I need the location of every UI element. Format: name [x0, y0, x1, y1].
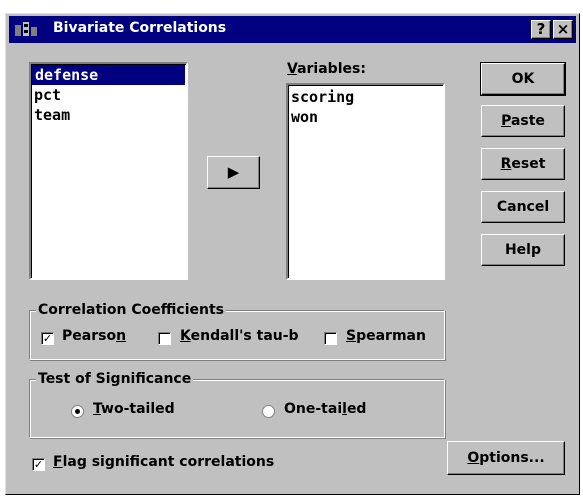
- title-bar[interactable]: Bivariate Correlations ? ×: [9, 16, 576, 43]
- one-tailed-radio[interactable]: [262, 405, 275, 418]
- spearman-label[interactable]: Spearman: [346, 328, 426, 344]
- paste-button[interactable]: Paste: [481, 105, 565, 137]
- one-tailed-label[interactable]: One-tailed: [284, 401, 366, 417]
- options-button[interactable]: Options...: [447, 441, 565, 475]
- flag-significant-checkbox[interactable]: ✓: [32, 458, 45, 471]
- two-tailed-radio[interactable]: [71, 405, 84, 418]
- correlation-coefficients-group: Correlation Coefficients ✓ Pearson Kenda…: [29, 301, 445, 360]
- pearson-checkbox[interactable]: ✓: [41, 332, 54, 345]
- spearman-checkbox[interactable]: [324, 332, 337, 345]
- app-icon: [15, 22, 37, 36]
- variables-list[interactable]: scoring won: [286, 83, 445, 280]
- cancel-button[interactable]: Cancel: [481, 191, 565, 223]
- close-icon: ×: [556, 20, 570, 38]
- pearson-label[interactable]: Pearson: [62, 328, 126, 344]
- question-icon: ?: [536, 20, 546, 38]
- list-item[interactable]: scoring: [288, 87, 443, 107]
- kendall-checkbox[interactable]: [158, 332, 171, 345]
- group-title: Correlation Coefficients: [36, 301, 226, 319]
- check-icon: ✓: [42, 332, 53, 345]
- flag-significant-label[interactable]: Flag significant correlations: [53, 454, 274, 470]
- check-icon: ✓: [33, 458, 44, 471]
- window-title: Bivariate Correlations: [53, 20, 227, 36]
- list-item[interactable]: defense: [32, 65, 185, 85]
- ok-button[interactable]: OK: [480, 62, 566, 96]
- group-title: Test of Significance: [36, 370, 194, 388]
- list-item[interactable]: won: [288, 107, 443, 127]
- close-title-button[interactable]: ×: [553, 20, 573, 39]
- list-item[interactable]: pct: [31, 85, 186, 105]
- two-tailed-label[interactable]: Two-tailed: [93, 401, 175, 417]
- move-variable-button[interactable]: ▶: [207, 156, 260, 189]
- variables-label: Variables:: [287, 61, 366, 77]
- help-title-button[interactable]: ?: [531, 20, 551, 39]
- source-variable-list[interactable]: defense pct team: [29, 62, 188, 280]
- test-of-significance-group: Test of Significance Two-tailed One-tail…: [29, 370, 445, 438]
- reset-button[interactable]: Reset: [481, 148, 565, 180]
- help-button[interactable]: Help: [481, 234, 565, 266]
- bivariate-correlations-dialog: Bivariate Correlations ? × defense pct t…: [5, 13, 580, 495]
- list-item[interactable]: team: [31, 105, 186, 125]
- kendall-label[interactable]: Kendall's tau-b: [180, 328, 299, 344]
- arrow-right-icon: ▶: [227, 163, 240, 181]
